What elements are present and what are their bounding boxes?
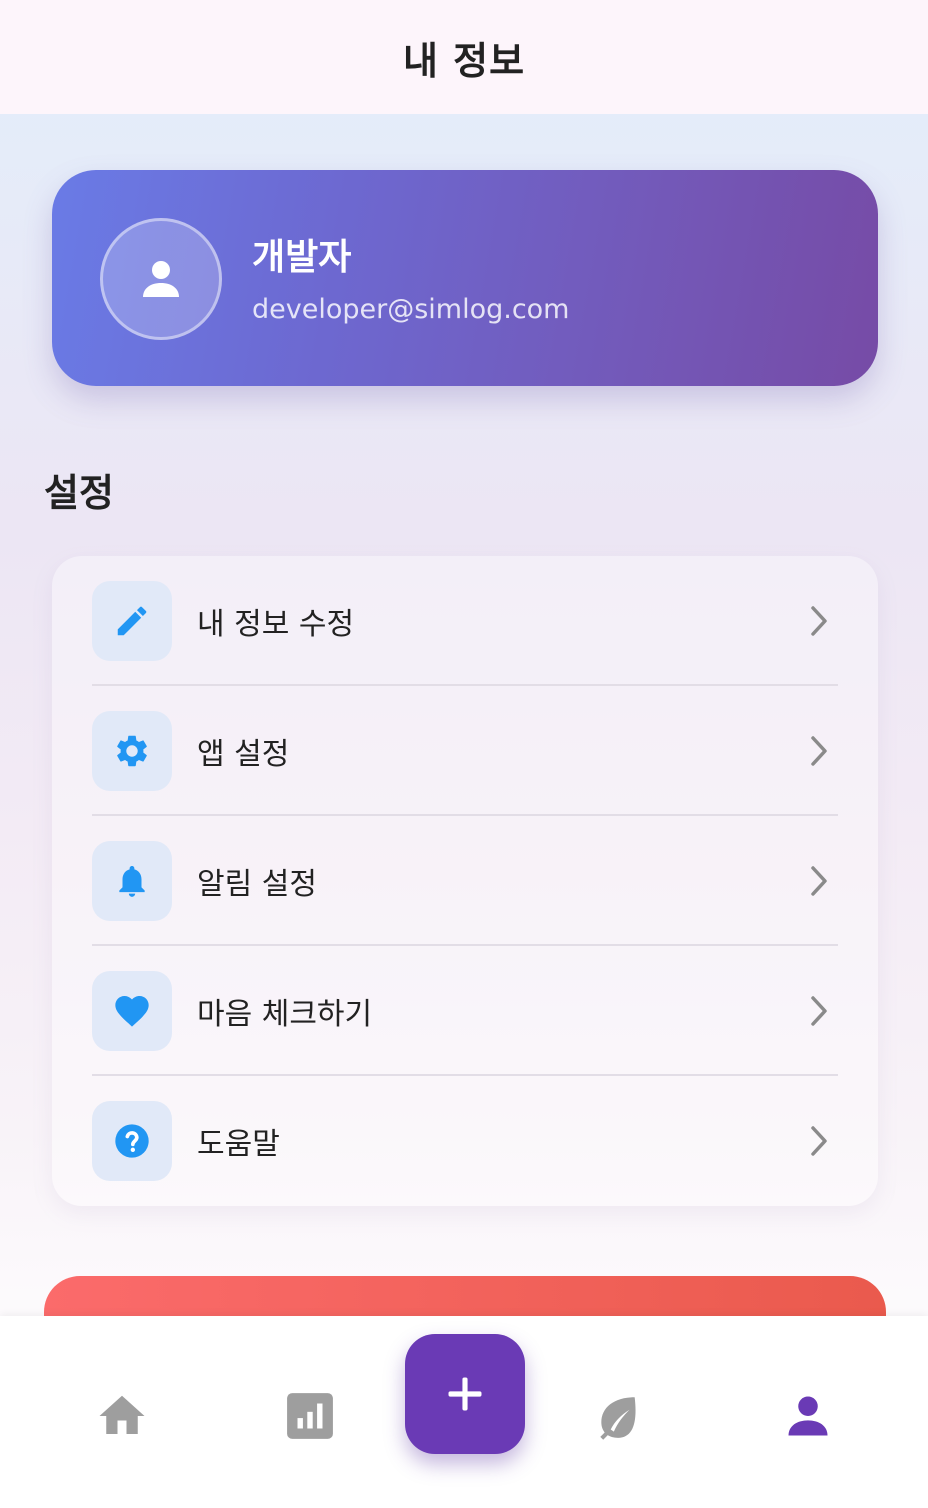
avatar xyxy=(100,218,222,340)
chevron-right-icon xyxy=(804,601,834,641)
menu-item-edit-profile[interactable]: 내 정보 수정 xyxy=(92,556,838,686)
settings-section-title: 설정 xyxy=(44,471,114,515)
chevron-right-icon xyxy=(804,861,834,901)
menu-icon-box xyxy=(92,971,172,1051)
chevron-right-icon xyxy=(804,991,834,1031)
settings-menu: 내 정보 수정 앱 설정 알림 설정 마음 체크하기 도움말 xyxy=(52,556,878,1206)
menu-icon-box xyxy=(92,841,172,921)
add-button[interactable] xyxy=(405,1334,525,1454)
page-title: 내 정보 xyxy=(402,38,526,83)
menu-item-label: 알림 설정 xyxy=(197,867,317,902)
help-icon xyxy=(115,1124,149,1158)
menu-icon-box xyxy=(92,711,172,791)
nav-stats[interactable] xyxy=(270,1376,350,1456)
chevron-right-icon xyxy=(804,731,834,771)
plus-icon xyxy=(448,1377,482,1411)
profile-name: 개발자 xyxy=(252,237,352,278)
menu-item-label: 내 정보 수정 xyxy=(197,607,355,642)
pencil-icon xyxy=(117,606,147,636)
menu-item-label: 앱 설정 xyxy=(197,737,290,772)
person-icon xyxy=(143,261,179,297)
menu-item-mind-check[interactable]: 마음 체크하기 xyxy=(92,946,838,1076)
leaf-icon xyxy=(600,1397,636,1440)
chart-icon xyxy=(287,1393,333,1439)
menu-icon-box xyxy=(92,1101,172,1181)
chevron-right-icon xyxy=(804,1121,834,1161)
bell-icon xyxy=(119,865,145,897)
home-icon xyxy=(99,1395,145,1434)
person-icon xyxy=(788,1396,828,1436)
profile-card[interactable]: 개발자 developer@simlog.com xyxy=(52,170,878,386)
menu-item-label: 마음 체크하기 xyxy=(197,997,373,1032)
menu-item-help[interactable]: 도움말 xyxy=(92,1076,838,1206)
nav-home[interactable] xyxy=(82,1376,162,1456)
menu-item-label: 도움말 xyxy=(197,1127,280,1162)
nav-profile[interactable] xyxy=(768,1376,848,1456)
profile-email: developer@simlog.com xyxy=(252,294,570,325)
menu-item-app-settings[interactable]: 앱 설정 xyxy=(92,686,838,816)
menu-icon-box xyxy=(92,581,172,661)
gear-icon xyxy=(117,735,147,767)
app-header: 내 정보 xyxy=(0,0,928,114)
nav-leaf[interactable] xyxy=(578,1376,658,1456)
menu-item-notification-settings[interactable]: 알림 설정 xyxy=(92,816,838,946)
heart-icon xyxy=(115,996,149,1027)
